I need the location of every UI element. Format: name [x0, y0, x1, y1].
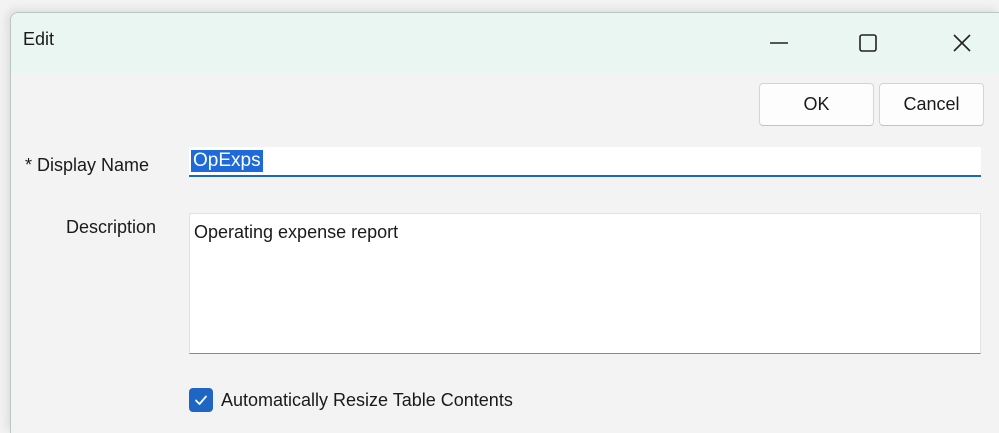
close-button[interactable] [932, 13, 992, 73]
ok-button[interactable]: OK [759, 83, 874, 126]
cancel-button[interactable]: Cancel [879, 83, 984, 126]
description-textarea[interactable]: Operating expense report [189, 213, 981, 354]
close-icon [951, 32, 973, 54]
display-name-input[interactable]: OpExps [189, 147, 981, 177]
display-name-value: OpExps [191, 150, 263, 172]
auto-resize-option[interactable]: Automatically Resize Table Contents [189, 388, 513, 412]
minimize-icon [768, 32, 790, 54]
description-value: Operating expense report [194, 222, 399, 242]
maximize-button[interactable] [838, 13, 898, 73]
auto-resize-checkbox[interactable] [189, 388, 213, 412]
description-label: Description [66, 217, 157, 237]
maximize-icon [857, 32, 879, 54]
checkmark-icon [195, 395, 207, 405]
display-name-label: * Display Name [25, 155, 150, 175]
minimize-button[interactable] [749, 13, 809, 73]
window-title: Edit [23, 29, 55, 49]
title-bar[interactable]: Edit [11, 13, 999, 73]
edit-dialog: Edit OK Cancel * Display Name OpExps Des… [10, 12, 999, 433]
auto-resize-label: Automatically Resize Table Contents [221, 389, 513, 410]
